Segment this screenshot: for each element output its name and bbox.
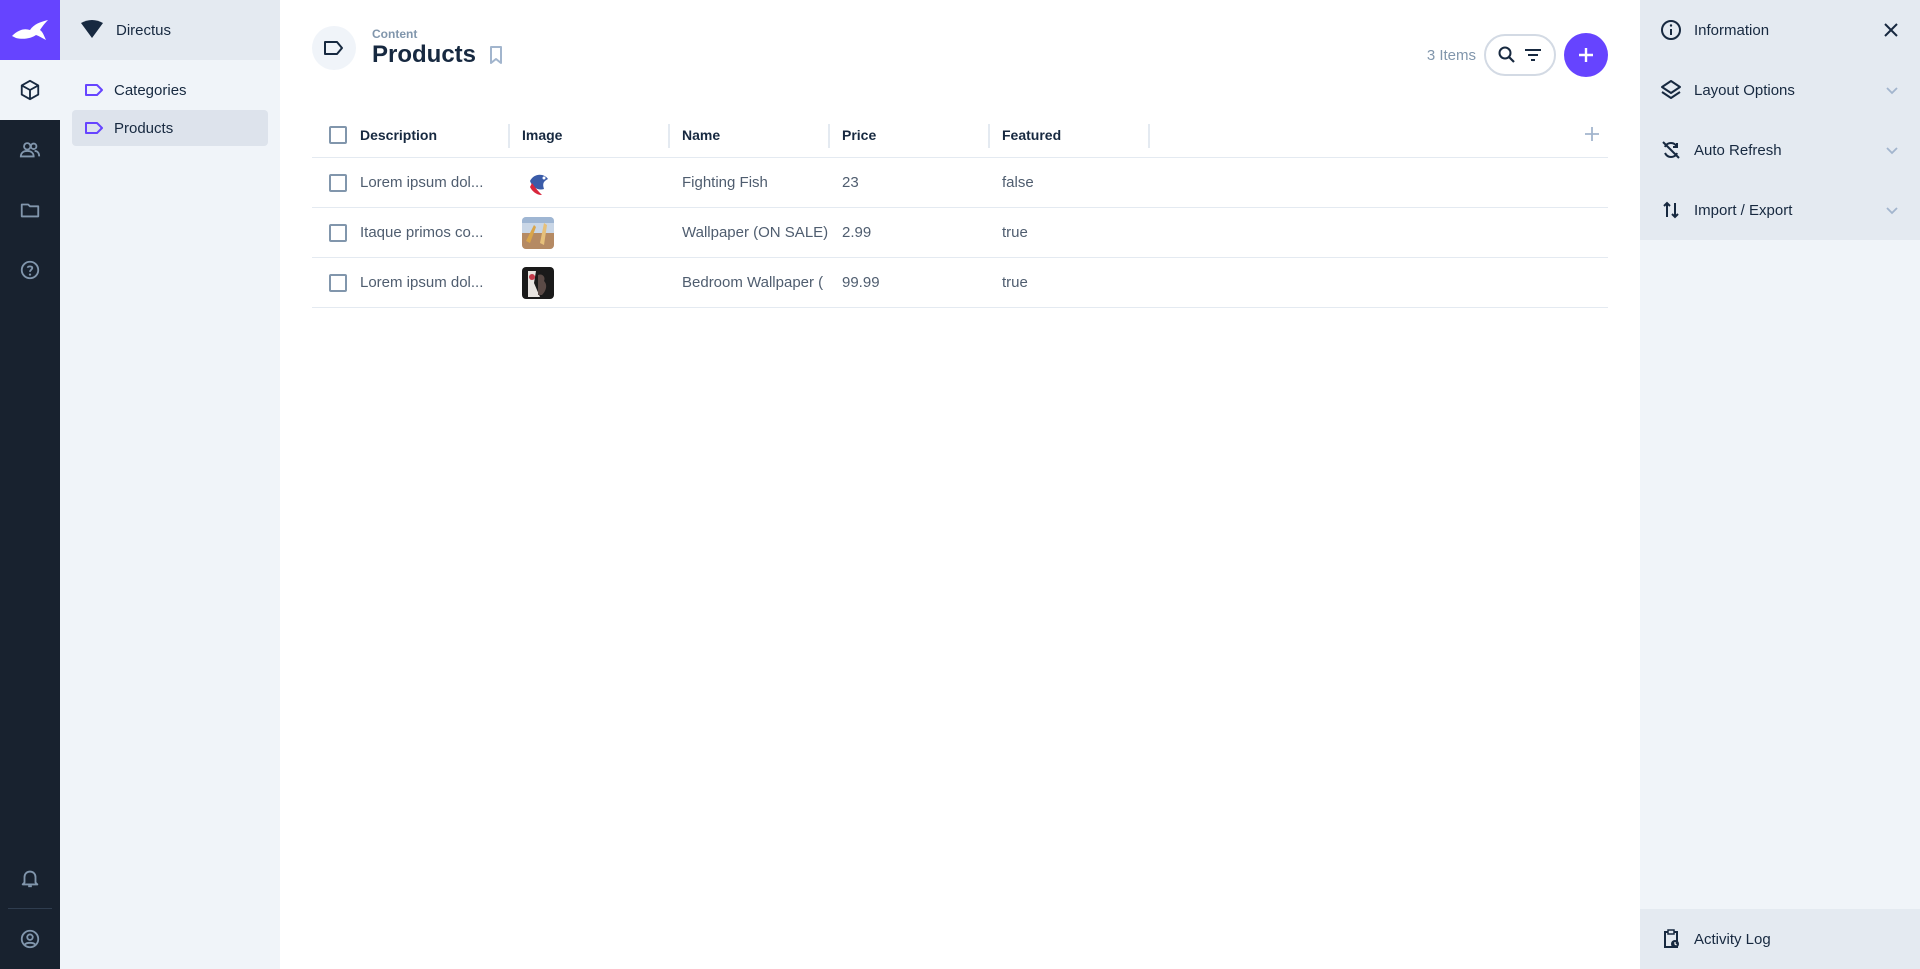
content-box-icon [20,79,40,101]
module-files[interactable] [0,180,60,240]
bookmark-icon [490,46,503,64]
module-bar [0,0,60,969]
sidebar-item-information[interactable]: Information [1640,0,1920,60]
table-row[interactable]: Lorem ipsum dol... Bedroom Wallpaper ( 9… [312,258,1608,308]
column-header-name[interactable]: Name [670,112,830,157]
module-content[interactable] [0,60,60,120]
sidebar-item-label: Import / Export [1694,201,1793,219]
cell-price: 23 [842,174,859,191]
cell-featured: true [1002,274,1028,291]
main-content: Content Products 3 Items Description Ima… [280,0,1640,969]
cell-image [510,158,670,207]
sidebar-item-label: Information [1694,21,1770,39]
cell-name: Wallpaper (ON SALE) [682,224,829,241]
navigation-panel: Directus Categories Products [60,0,280,969]
cell-description: Itaque primos co... [360,224,484,241]
sidebar-item-label: Layout Options [1694,81,1795,99]
row-checkbox[interactable] [329,273,347,292]
sidebar-item-layout-options[interactable]: Layout Options [1640,60,1920,120]
folder-icon [20,203,40,218]
wallpaper-thumbnail [522,216,554,249]
sidebar-item-import-export[interactable]: Import / Export [1640,180,1920,240]
module-docs[interactable] [0,240,60,300]
breadcrumb[interactable]: Content [372,27,504,41]
column-header-image[interactable]: Image [510,112,670,157]
cell-image [510,258,670,307]
row-checkbox[interactable] [329,223,347,242]
project-name: Directus [116,21,172,39]
cell-price: 99.99 [842,274,880,291]
nav-item-products[interactable]: Products [72,110,268,146]
bedroom-wallpaper-thumbnail [522,266,554,299]
cell-price: 2.99 [842,224,872,241]
items-count: 3 Items [1426,46,1476,64]
sidebar-item-label: Activity Log [1694,930,1771,948]
info-icon [1661,20,1681,40]
add-field-button[interactable] [1584,126,1600,147]
create-item-button[interactable] [1564,33,1608,77]
help-icon [20,260,40,280]
bookmark-button[interactable] [488,45,504,65]
table-row[interactable]: Lorem ipsum dol... Fighting Fish 23 fals… [312,158,1608,208]
cell-description: Lorem ipsum dol... [360,274,484,291]
chevron-down-icon [1886,87,1898,95]
page-title: Products [372,41,477,68]
nav-item-categories[interactable]: Categories [72,72,268,108]
activity-log-icon [1664,929,1679,948]
cell-description: Lorem ipsum dol... [360,174,484,191]
rabbit-logo-icon [12,20,48,40]
directus-logo[interactable] [0,0,60,60]
table-header: Description Image Name Price Featured [312,112,1608,158]
chevron-down-icon [1886,147,1898,155]
plus-icon [1579,48,1593,62]
right-sidebar: Information Layout Options Auto Refresh … [1640,0,1920,969]
plus-icon [1585,127,1599,141]
sync-disabled-icon [1662,141,1680,159]
collection-list: Categories Products [60,60,280,160]
table-row[interactable]: Itaque primos co... Wallpaper (ON SALE) … [312,208,1608,258]
import-export-icon [1663,201,1679,219]
notifications-button[interactable] [0,848,60,908]
page-header: Content Products [312,26,504,70]
users-icon [19,142,41,158]
label-icon [85,84,103,96]
search-filter-pill[interactable] [1484,34,1556,76]
row-checkbox[interactable] [329,173,347,192]
chevron-down-icon [1886,207,1898,215]
select-all-checkbox[interactable] [329,125,347,144]
collection-icon-button[interactable] [312,26,356,70]
project-header[interactable]: Directus [60,0,280,60]
column-header-description[interactable]: Description [360,112,510,157]
close-icon[interactable] [1882,21,1900,39]
sidebar-item-auto-refresh[interactable]: Auto Refresh [1640,120,1920,180]
account-circle-icon [20,929,40,949]
sidebar-item-activity-log[interactable]: Activity Log [1640,909,1920,969]
betta-fish-thumbnail [522,166,554,199]
user-account-button[interactable] [0,909,60,969]
label-icon [324,41,343,55]
nav-item-label: Products [114,119,174,137]
cell-featured: true [1002,224,1028,241]
header-actions: 3 Items [1427,33,1608,77]
layers-icon [1661,80,1681,99]
cell-name: Fighting Fish [682,174,768,191]
label-icon [85,122,103,134]
bell-icon [21,870,39,888]
module-users[interactable] [0,120,60,180]
cell-featured: false [1002,174,1034,191]
items-table: Description Image Name Price Featured Lo… [312,112,1608,308]
sidebar-item-label: Auto Refresh [1694,141,1782,159]
filter-icon[interactable] [1523,45,1543,65]
nav-item-label: Categories [114,81,187,99]
cell-name: Bedroom Wallpaper ( [682,274,824,291]
cell-image [510,208,670,257]
search-icon[interactable] [1497,45,1517,65]
project-logo-icon [81,20,103,38]
column-header-featured[interactable]: Featured [990,112,1150,157]
column-header-price[interactable]: Price [830,112,990,157]
